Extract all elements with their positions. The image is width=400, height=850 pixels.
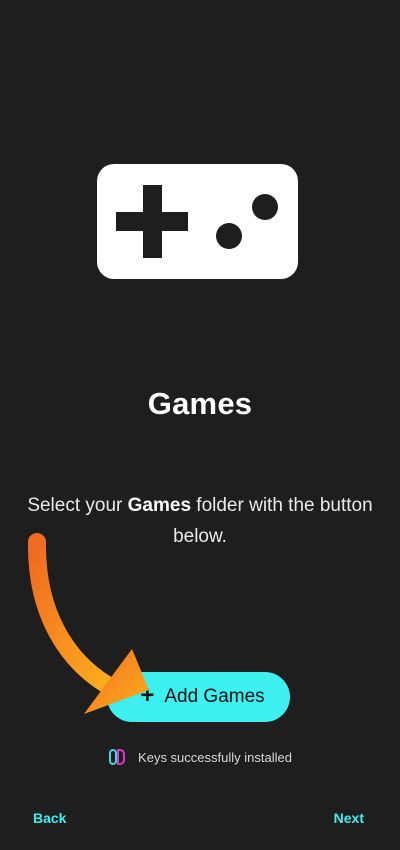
page-description: Select your Games folder with the button… [12,490,388,552]
next-button[interactable]: Next [334,810,364,826]
description-bold: Games [127,495,192,516]
gamepad-icon [97,164,298,279]
add-games-label: Add Games [164,686,265,707]
status-text: Keys successfully installed [138,749,292,765]
description-suffix: folder with the button below. [173,495,373,547]
switch-controller-icon [109,749,126,765]
add-games-button[interactable]: + Add Games [107,672,290,722]
description-prefix: Select your [27,495,128,516]
page-title: Games [147,386,253,421]
setup-screen: Games Select your Games folder with the … [0,0,400,850]
plus-icon: + [140,682,155,709]
arrow-pointer-icon [27,533,149,714]
back-button[interactable]: Back [33,810,66,826]
keys-status: Keys successfully installed [0,748,400,766]
